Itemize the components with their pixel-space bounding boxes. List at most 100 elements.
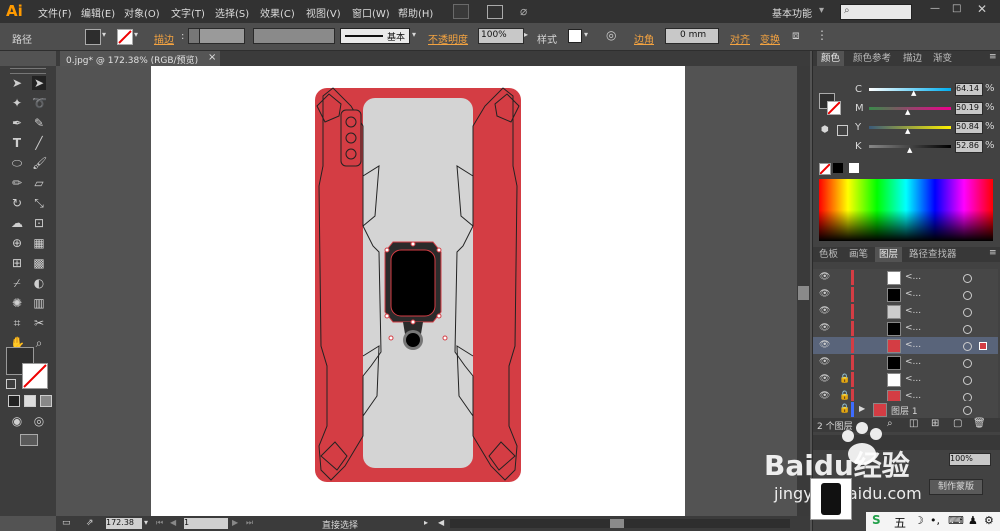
screen-mode-icon[interactable]	[20, 434, 38, 446]
stroke-weight-dropdown[interactable]	[199, 28, 245, 44]
channel-y-input[interactable]: 50.84	[955, 121, 983, 134]
brush-definition-dropdown[interactable]: 基本	[340, 28, 410, 44]
arrange-documents-icon[interactable]	[487, 5, 503, 19]
free-transform-tool-icon[interactable]: ⊡	[32, 216, 46, 230]
style-chevron-icon[interactable]: ▾	[584, 30, 588, 39]
artboard-number-field[interactable]: 1	[184, 518, 228, 529]
menu-object[interactable]: 对象(O)	[124, 5, 160, 20]
export-icon[interactable]: ⇗	[86, 518, 94, 528]
eraser-tool-icon[interactable]: ▱	[32, 176, 46, 190]
opacity-arrow-icon[interactable]: ▸	[524, 30, 528, 39]
close-tab-icon[interactable]: ×	[208, 52, 216, 63]
curvature-tool-icon[interactable]: ✎	[32, 116, 46, 130]
visibility-eye-icon[interactable]: 👁	[819, 289, 830, 299]
ellipse-tool-icon[interactable]: ⬭	[10, 156, 24, 170]
workspace-switcher[interactable]: 基本功能	[772, 5, 812, 20]
prev-artboard-icon[interactable]: ◀	[170, 518, 176, 527]
menu-edit[interactable]: 编辑(E)	[81, 5, 115, 20]
color-stroke-swatch[interactable]	[827, 101, 841, 115]
channel-k-thumb[interactable]: ▲	[907, 146, 912, 154]
slice-tool-icon[interactable]: ✂	[32, 316, 46, 330]
channel-c-thumb[interactable]: ▲	[911, 89, 916, 97]
recolor-artwork-icon[interactable]: ◎	[606, 28, 616, 42]
zoom-field[interactable]: 172.38	[106, 518, 142, 529]
layer-row[interactable]: 👁 <...	[813, 337, 998, 355]
menu-file[interactable]: 文件(F)	[38, 5, 72, 20]
pen-tool-icon[interactable]: ✒	[10, 116, 24, 130]
stroke-label[interactable]: 描边	[154, 31, 174, 46]
workspace-chevron-icon[interactable]: ▾	[819, 5, 824, 16]
symbol-sprayer-tool-icon[interactable]: ✺	[10, 296, 24, 310]
target-icon[interactable]	[963, 291, 972, 300]
artboard[interactable]	[151, 66, 685, 516]
menu-window[interactable]: 窗口(W)	[352, 5, 390, 20]
out-of-gamut-icon[interactable]: ⬢	[821, 125, 829, 135]
close-window-icon[interactable]: ✕	[977, 2, 987, 16]
fill-chevron-icon[interactable]: ▾	[102, 30, 106, 39]
type-tool-icon[interactable]: T	[10, 136, 24, 150]
keyboard-icon[interactable]: ⌨	[948, 514, 964, 527]
perspective-grid-tool-icon[interactable]: ▦	[32, 236, 46, 250]
visibility-eye-icon[interactable]: 👁	[819, 323, 830, 333]
tab-stroke[interactable]: 描边	[899, 51, 926, 66]
align-label[interactable]: 对齐	[730, 31, 750, 46]
lock-icon[interactable]: 🔒	[839, 404, 850, 414]
channel-k-input[interactable]: 52.86	[955, 140, 983, 153]
menu-select[interactable]: 选择(S)	[215, 5, 249, 20]
layer-row-label[interactable]: <...	[905, 357, 921, 367]
layer-row-label[interactable]: <...	[905, 391, 921, 401]
panel-menu-icon[interactable]: ≡	[989, 52, 997, 62]
visibility-eye-icon[interactable]: 👁	[819, 374, 830, 384]
zoom-tool-icon[interactable]: ⌕	[32, 336, 46, 350]
black-swatch[interactable]	[833, 163, 843, 173]
first-artboard-icon[interactable]: ⏮	[156, 518, 163, 528]
eyedropper-tool-icon[interactable]: ⌿	[10, 276, 24, 290]
layer-row-label[interactable]: <...	[905, 306, 921, 316]
sogou-icon[interactable]: S	[872, 513, 881, 527]
selection-tool-icon[interactable]: ➤	[10, 76, 24, 90]
visibility-eye-icon[interactable]: 👁	[819, 340, 830, 350]
layer-row[interactable]: 👁 <...	[813, 303, 998, 321]
new-layer-icon[interactable]: ▢	[953, 418, 962, 429]
layer-row[interactable]: 👁 <...	[813, 354, 998, 372]
layer-row[interactable]: 👁 🔒 <...	[813, 371, 998, 389]
artboard-nav-icon[interactable]: ▭	[62, 518, 71, 528]
layer-row-label[interactable]: <...	[905, 323, 921, 333]
new-sublayer-icon[interactable]: ⊞	[931, 418, 939, 429]
pencil-tool-icon[interactable]: ✏	[10, 176, 24, 190]
default-colors-icon[interactable]	[6, 379, 16, 389]
white-swatch[interactable]	[849, 163, 859, 173]
rotate-tool-icon[interactable]: ↻	[10, 196, 24, 210]
target-icon[interactable]	[963, 342, 972, 351]
stroke-chevron-icon[interactable]: ▾	[134, 30, 138, 39]
ring-holder-plate[interactable]	[390, 249, 436, 317]
control-menu-icon[interactable]: ⋮	[816, 28, 828, 42]
make-mask-button[interactable]: 制作蒙版	[929, 479, 983, 495]
target-icon[interactable]	[963, 359, 972, 368]
moon-icon[interactable]: ☽	[914, 514, 924, 527]
gradient-tool-icon[interactable]: ▩	[32, 256, 46, 270]
minimize-icon[interactable]: —	[930, 3, 940, 14]
phone-case-artwork[interactable]	[151, 66, 685, 516]
opacity-label[interactable]: 不透明度	[428, 31, 468, 46]
warp-tool-icon[interactable]: ☁	[10, 216, 24, 230]
channel-m-input[interactable]: 50.19	[955, 102, 983, 115]
menu-type[interactable]: 文字(T)	[171, 5, 205, 20]
gradient-mode-icon[interactable]	[24, 395, 36, 407]
tools-grip[interactable]	[10, 68, 46, 74]
blend-tool-icon[interactable]: ◐	[32, 276, 46, 290]
scale-tool-icon[interactable]: ⤡	[32, 196, 46, 210]
layer-row-label[interactable]: <...	[905, 272, 921, 282]
draw-normal-icon[interactable]: ◉	[10, 414, 24, 428]
selection-indicator[interactable]	[979, 342, 987, 350]
magic-wand-tool-icon[interactable]: ✦	[10, 96, 24, 110]
layer-group-row[interactable]: 🔒 ▶ 图层 1	[813, 401, 998, 418]
corner-label[interactable]: 边角	[634, 31, 654, 46]
layer-row-label[interactable]: <...	[905, 340, 921, 350]
isolate-icon[interactable]: ⧈	[792, 28, 800, 43]
stroke-swatch[interactable]	[117, 29, 133, 45]
graphic-style-swatch[interactable]	[568, 29, 582, 43]
channel-y-thumb[interactable]: ▲	[905, 127, 910, 135]
target-icon[interactable]	[963, 406, 972, 415]
none-color-swatch[interactable]	[819, 163, 831, 175]
